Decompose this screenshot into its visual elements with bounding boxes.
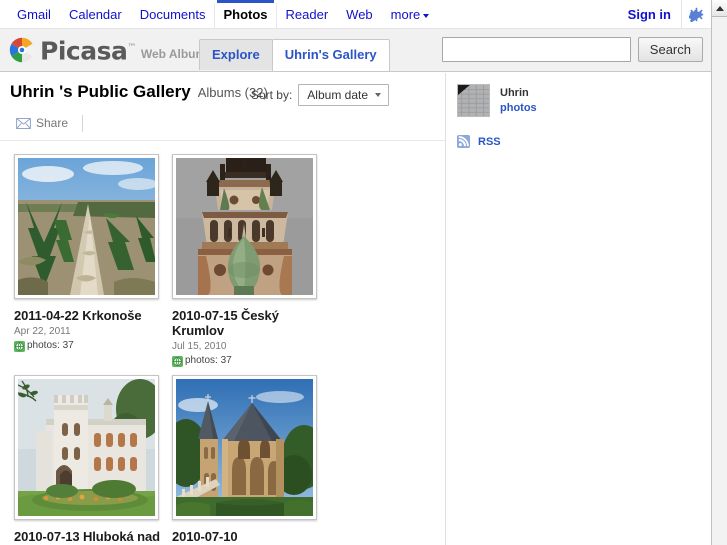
- rss-row: RSS: [452, 117, 701, 148]
- tab-explore[interactable]: Explore: [199, 39, 273, 70]
- topnav-item-more[interactable]: more: [382, 0, 439, 28]
- toolbar-divider: [82, 114, 84, 132]
- trademark-symbol: ™: [127, 43, 136, 53]
- album-title[interactable]: 2010-07-15 Český Krumlov: [172, 308, 330, 338]
- album-card: 2011-04-22 Krkonoše Apr 22, 2011 photos:…: [14, 154, 172, 367]
- album-photo-count-label: photos: 37: [27, 340, 74, 351]
- settings-gear-button[interactable]: [681, 0, 711, 28]
- profile-block: Uhrin photos: [452, 81, 701, 117]
- album-date: Apr 22, 2011: [14, 326, 71, 337]
- album-title[interactable]: 2010-07-13 Hluboká nad Vltavou: [14, 529, 172, 545]
- picasa-pinwheel-icon: [9, 38, 35, 63]
- sidebar: Uhrin photos RSS: [447, 73, 711, 545]
- hluboka-castle-image: [18, 379, 155, 516]
- topnav-item-photos[interactable]: Photos: [214, 0, 277, 28]
- picasa-header: Picasa™ Web Albums Explore Uhrin's Galle…: [0, 29, 711, 72]
- album-thumbnail[interactable]: [14, 154, 159, 299]
- picasa-logo-text: Picasa™: [40, 35, 136, 64]
- album-thumbnail[interactable]: [172, 154, 317, 299]
- picasa-tabs: Explore Uhrin's Gallery: [199, 39, 390, 71]
- album-date: Jul 15, 2010: [172, 341, 227, 352]
- topnav-item-reader[interactable]: Reader: [277, 0, 338, 28]
- topnav-label: Calendar: [68, 7, 122, 22]
- album-card: 2010-07-13 Hluboká nad Vltavou Jul 13, 2…: [14, 375, 172, 545]
- page-title: Uhrin 's Public Gallery: [10, 82, 191, 101]
- page-content: Uhrin 's Public Gallery Albums (32) Sort…: [0, 73, 711, 545]
- sort-value: Album date: [307, 88, 368, 102]
- profile-name: Uhrin: [500, 87, 529, 99]
- topnav-label: Web: [346, 7, 373, 22]
- topnav-item-documents[interactable]: Documents: [131, 0, 215, 28]
- album-card: 2010-07-15 Český Krumlov Jul 15, 2010 ph…: [172, 154, 330, 367]
- topnav-label: Photos: [223, 7, 268, 22]
- topnav-label: Documents: [139, 7, 206, 22]
- album-photo-count-label: photos: 37: [185, 355, 232, 366]
- scroll-up-arrow-icon: [716, 5, 724, 11]
- album-thumbnail[interactable]: [14, 375, 159, 520]
- rss-link[interactable]: RSS: [478, 136, 501, 148]
- topnav-label: Reader: [285, 7, 329, 22]
- main-column: Uhrin 's Public Gallery Albums (32) Sort…: [0, 73, 446, 545]
- profile-text: Uhrin photos: [500, 84, 537, 116]
- vertical-scrollbar[interactable]: [711, 0, 727, 545]
- share-button[interactable]: Share: [16, 116, 68, 130]
- search-area: Search: [441, 37, 703, 62]
- picasa-logo[interactable]: Picasa™ Web Albums: [8, 35, 213, 64]
- chevron-down-icon: [423, 13, 430, 18]
- album-photo-count: photos: 37: [172, 355, 330, 367]
- search-input[interactable]: [441, 37, 631, 62]
- toolbar: Share: [0, 103, 445, 133]
- topnav-item-web[interactable]: Web: [337, 0, 382, 28]
- topnav-label: Gmail: [17, 7, 51, 22]
- avatar[interactable]: [457, 84, 490, 117]
- topnav-item-gmail[interactable]: Gmail: [8, 0, 60, 28]
- share-label: Share: [36, 116, 69, 130]
- album-grid: 2011-04-22 Krkonoše Apr 22, 2011 photos:…: [0, 141, 445, 545]
- green-globe-icon: [172, 355, 183, 367]
- sort-dropdown[interactable]: Album date: [298, 84, 389, 106]
- rss-icon: [457, 135, 470, 148]
- album-photo-count: photos: 37: [14, 340, 172, 352]
- tab-uhrins-gallery[interactable]: Uhrin's Gallery: [271, 39, 390, 71]
- album-title[interactable]: 2011-04-22 Krkonoše: [14, 308, 172, 323]
- sort-label: Sort by:: [250, 88, 293, 102]
- topnav-item-calendar[interactable]: Calendar: [60, 0, 131, 28]
- google-top-nav: Gmail Calendar Documents Photos Reader W…: [0, 0, 711, 29]
- scrollbar-track[interactable]: [712, 17, 727, 545]
- green-globe-icon: [14, 340, 25, 352]
- envelope-icon: [16, 117, 31, 129]
- album-thumbnail[interactable]: [172, 375, 317, 520]
- search-button[interactable]: Search: [637, 37, 703, 62]
- sign-in-link[interactable]: Sign in: [618, 7, 681, 22]
- profile-photos-link[interactable]: photos: [500, 101, 537, 116]
- sort-control: Sort by: Album date: [251, 84, 389, 106]
- schwarzenberg-tomb-image: [176, 379, 313, 516]
- topnav-label: more: [390, 7, 421, 22]
- album-title[interactable]: 2010-07-10 Schwarzenbergova hrobka: [172, 529, 330, 545]
- cesky-krumlov-castle-tower-image: [176, 158, 313, 295]
- album-card: 2010-07-10 Schwarzenbergova hrobka: [172, 375, 330, 545]
- scroll-up-button[interactable]: [712, 0, 727, 17]
- krkonose-mountain-trail-image: [18, 158, 155, 295]
- logo-wordmark: Picasa: [40, 36, 128, 66]
- gear-icon: [689, 7, 704, 22]
- chevron-down-icon: [375, 93, 381, 97]
